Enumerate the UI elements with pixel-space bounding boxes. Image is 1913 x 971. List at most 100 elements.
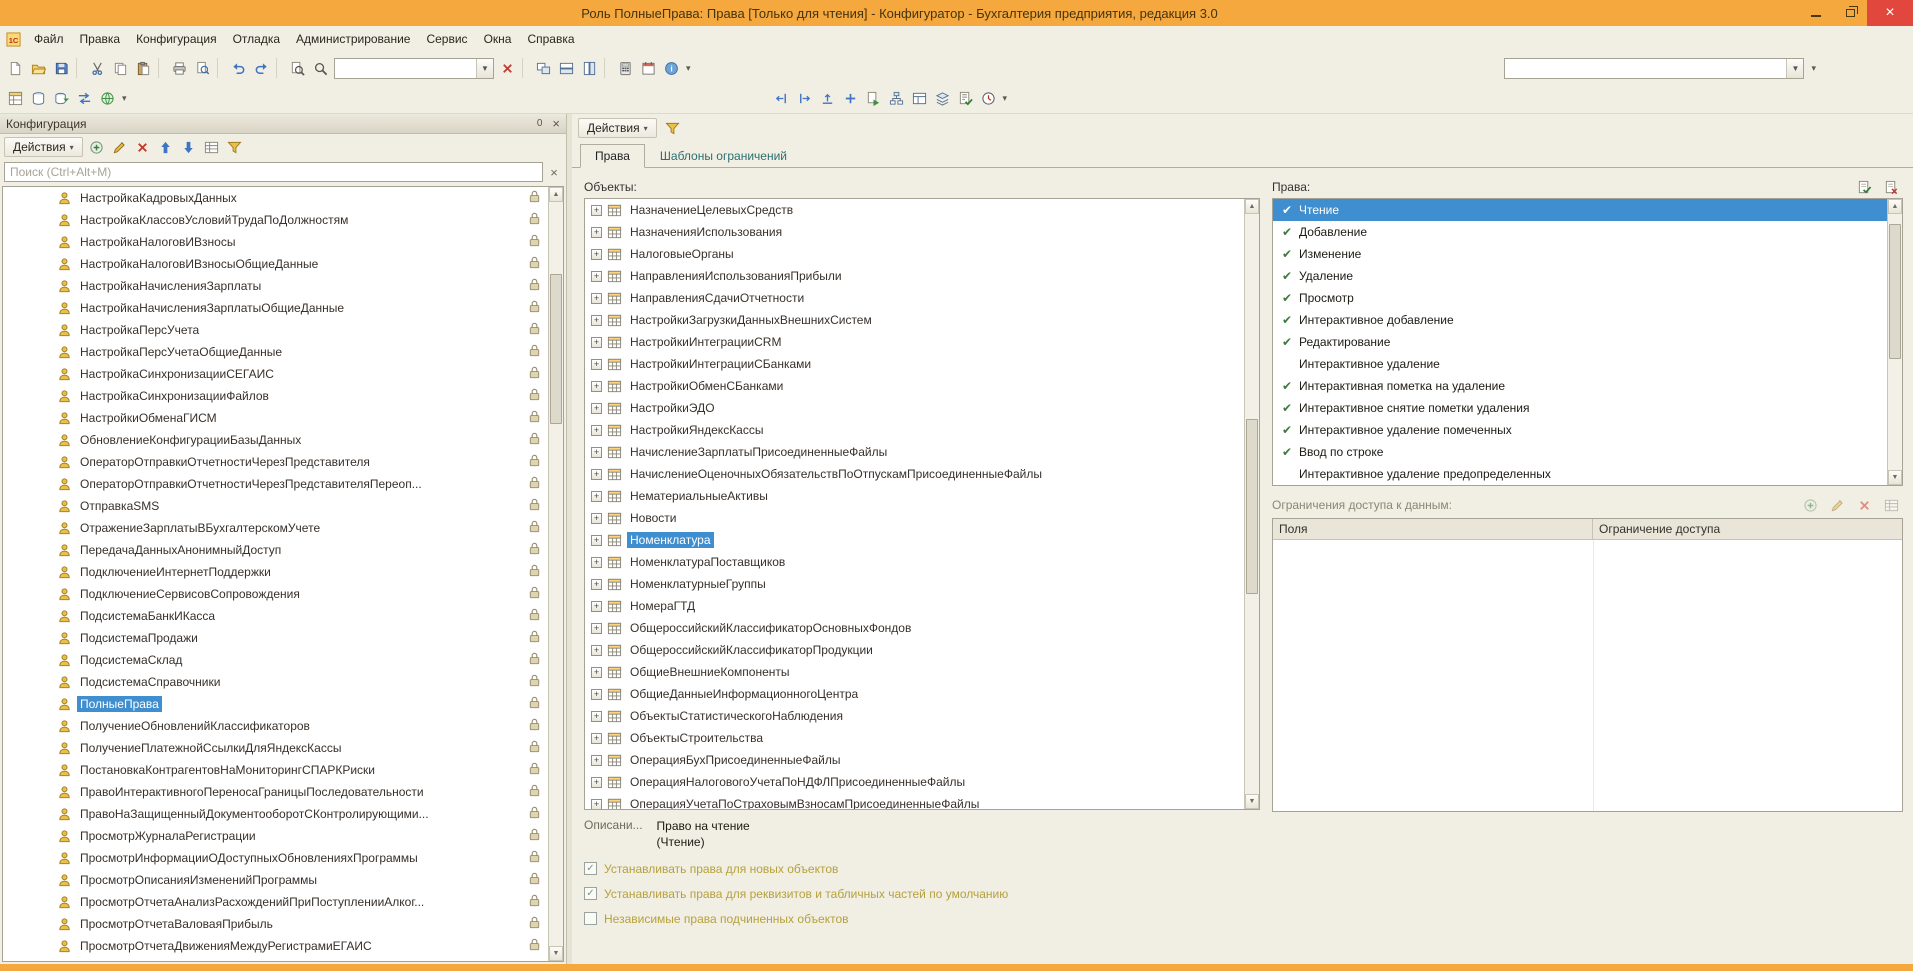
config-tree-item[interactable]: ПодсистемаПродажи [3, 627, 548, 649]
config-tree-item[interactable]: НастройкаНачисленияЗарплаты [3, 275, 548, 297]
object-item[interactable]: +ОперацияНалоговогоУчетаПоНДФЛПрисоедине… [585, 771, 1244, 793]
expand-icon[interactable]: + [591, 557, 602, 568]
right-item[interactable]: ✔Редактирование [1273, 331, 1887, 353]
delete-restriction-button[interactable] [1853, 494, 1876, 516]
config-tree-item[interactable]: ПостановкаКонтрагентовНаМониторингСПАРКР… [3, 759, 548, 781]
checkbox[interactable] [584, 912, 597, 925]
expand-icon[interactable]: + [591, 513, 602, 524]
config-tree-item[interactable]: ПросмотрОтчетаДвиженияМеждуРегистрамиЕГА… [3, 935, 548, 957]
minimize-button[interactable] [1799, 0, 1833, 26]
menu-отладка[interactable]: Отладка [225, 28, 288, 50]
combo-dropdown-icon[interactable]: ▼ [1786, 59, 1803, 78]
clear-all-rights-button[interactable] [1880, 176, 1903, 198]
config-tree-item[interactable]: НастройкиОбменаГИСМ [3, 407, 548, 429]
config-tree-item[interactable]: ОтражениеЗарплатыВБухгалтерскомУчете [3, 517, 548, 539]
object-item[interactable]: +ОбъектыСтатистическогоНаблюдения [585, 705, 1244, 727]
config-tree-item[interactable]: НастройкаПерсУчета [3, 319, 548, 341]
expand-icon[interactable]: + [591, 601, 602, 612]
arrow-up-button[interactable] [154, 136, 177, 158]
object-item[interactable]: +НаправленияСдачиОтчетности [585, 287, 1244, 309]
config-tree-item[interactable]: НастройкаСинхронизацииФайлов [3, 385, 548, 407]
checkbox[interactable]: ✓ [584, 887, 597, 900]
pencil-button[interactable] [108, 136, 131, 158]
restore-button[interactable] [1833, 0, 1867, 26]
combo-dropdown-icon[interactable]: ▼ [476, 59, 493, 78]
config-tree-item[interactable]: ПодсистемаБанкИКасса [3, 605, 548, 627]
struct-button[interactable] [885, 88, 908, 110]
expand-icon[interactable]: + [591, 447, 602, 458]
expand-icon[interactable]: + [591, 337, 602, 348]
expand-icon[interactable]: + [591, 579, 602, 590]
config-tree-item[interactable]: ПравоНаЗащищенныйДокументооборотСКонтрол… [3, 803, 548, 825]
filter-button[interactable] [661, 117, 684, 139]
object-item[interactable]: +НастройкиОбменСБанками [585, 375, 1244, 397]
config-tree-item[interactable]: НастройкаНалоговИВзносыОбщиеДанные [3, 253, 548, 275]
config-tree-item[interactable]: ОператорОтправкиОтчетностиЧерезПредстави… [3, 451, 548, 473]
actions-menu-button[interactable]: Действия ▾ [4, 137, 83, 157]
right-item[interactable]: ✔Интерактивное снятие пометки удаления [1273, 397, 1887, 419]
config-tree-item[interactable]: НастройкаСинхронизацииСЕГАИС [3, 363, 548, 385]
layers-button[interactable] [931, 88, 954, 110]
config-tree-item[interactable]: ПодключениеСервисовСопровождения [3, 583, 548, 605]
module-check-button[interactable] [954, 88, 977, 110]
scroll-track[interactable] [549, 202, 563, 946]
update-db-button[interactable] [50, 88, 73, 110]
expand-icon[interactable]: + [591, 381, 602, 392]
calendar-button[interactable] [637, 57, 660, 79]
expand-icon[interactable]: + [591, 645, 602, 656]
object-item[interactable]: +НалоговыеОрганы [585, 243, 1244, 265]
info-button[interactable]: i [660, 57, 683, 79]
scroll-up-icon[interactable]: ▲ [1245, 199, 1259, 214]
rights-scrollbar[interactable]: ▲ ▼ [1887, 199, 1902, 485]
object-item[interactable]: +ОбщероссийскийКлассификаторОсновныхФонд… [585, 617, 1244, 639]
app-icon[interactable]: 1С [4, 30, 22, 48]
page-play-button[interactable] [862, 88, 885, 110]
clock-button[interactable] [977, 88, 1000, 110]
plus-circle-button[interactable] [85, 136, 108, 158]
copy-button[interactable] [109, 57, 132, 79]
scroll-thumb[interactable] [550, 274, 562, 424]
table-lines-button[interactable] [200, 136, 223, 158]
config-tree-item[interactable]: ПросмотрЖурналаРегистрации [3, 825, 548, 847]
expand-icon[interactable]: + [591, 425, 602, 436]
config-tree-item[interactable]: ПодключениеИнтернетПоддержки [3, 561, 548, 583]
scroll-track[interactable] [1245, 214, 1259, 794]
config-tree-item[interactable]: НастройкаПерсУчетаОбщиеДанные [3, 341, 548, 363]
clear-search-icon[interactable]: × [546, 165, 562, 180]
open-folder-button[interactable] [27, 57, 50, 79]
config-tree-item[interactable]: НастройкаНачисленияЗарплатыОбщиеДанные [3, 297, 548, 319]
right-item[interactable]: ✔Чтение [1273, 199, 1887, 221]
config-tree-item[interactable]: НастройкаНалоговИВзносы [3, 231, 548, 253]
scroll-thumb[interactable] [1246, 419, 1258, 594]
config-tree-item[interactable]: ОтправкаSMS [3, 495, 548, 517]
object-item[interactable]: +Номенклатура [585, 529, 1244, 551]
restriction-table-button[interactable] [1880, 494, 1903, 516]
expand-icon[interactable]: + [591, 755, 602, 766]
config-tree-item[interactable]: НастройкаКадровыхДанных [3, 187, 548, 209]
right-item[interactable]: ✔Интерактивное удаление помеченных [1273, 419, 1887, 441]
expand-icon[interactable]: + [591, 359, 602, 370]
proc-next-button[interactable] [793, 88, 816, 110]
expand-icon[interactable]: + [591, 469, 602, 480]
menu-правка[interactable]: Правка [72, 28, 129, 50]
scroll-down-icon[interactable]: ▼ [1245, 794, 1259, 809]
object-item[interactable]: +ОбщиеВнешниеКомпоненты [585, 661, 1244, 683]
object-item[interactable]: +НазначенияИспользования [585, 221, 1244, 243]
config-tree-item[interactable]: ПравоИнтерактивногоПереносаГраницыПослед… [3, 781, 548, 803]
expand-icon[interactable]: + [591, 711, 602, 722]
expand-icon[interactable]: + [591, 491, 602, 502]
object-item[interactable]: +ОперацияБухПрисоединенныеФайлы [585, 749, 1244, 771]
right-item[interactable]: ✔Просмотр [1273, 287, 1887, 309]
menu-файл[interactable]: Файл [26, 28, 72, 50]
right-item[interactable]: Интерактивное удаление предопределенных [1273, 463, 1887, 485]
expand-icon[interactable]: + [591, 315, 602, 326]
panel-close-icon[interactable]: × [552, 117, 560, 130]
object-item[interactable]: +НоменклатураПоставщиков [585, 551, 1244, 573]
object-item[interactable]: +ОбщероссийскийКлассификаторПродукции [585, 639, 1244, 661]
tab-rights[interactable]: Права [580, 144, 645, 168]
menu-конфигурация[interactable]: Конфигурация [128, 28, 225, 50]
object-item[interactable]: +НоменклатурныеГруппы [585, 573, 1244, 595]
object-item[interactable]: +НастройкиЯндексКассы [585, 419, 1244, 441]
expand-icon[interactable]: + [591, 535, 602, 546]
object-item[interactable]: +НачислениеОценочныхОбязательствПоОтпуск… [585, 463, 1244, 485]
